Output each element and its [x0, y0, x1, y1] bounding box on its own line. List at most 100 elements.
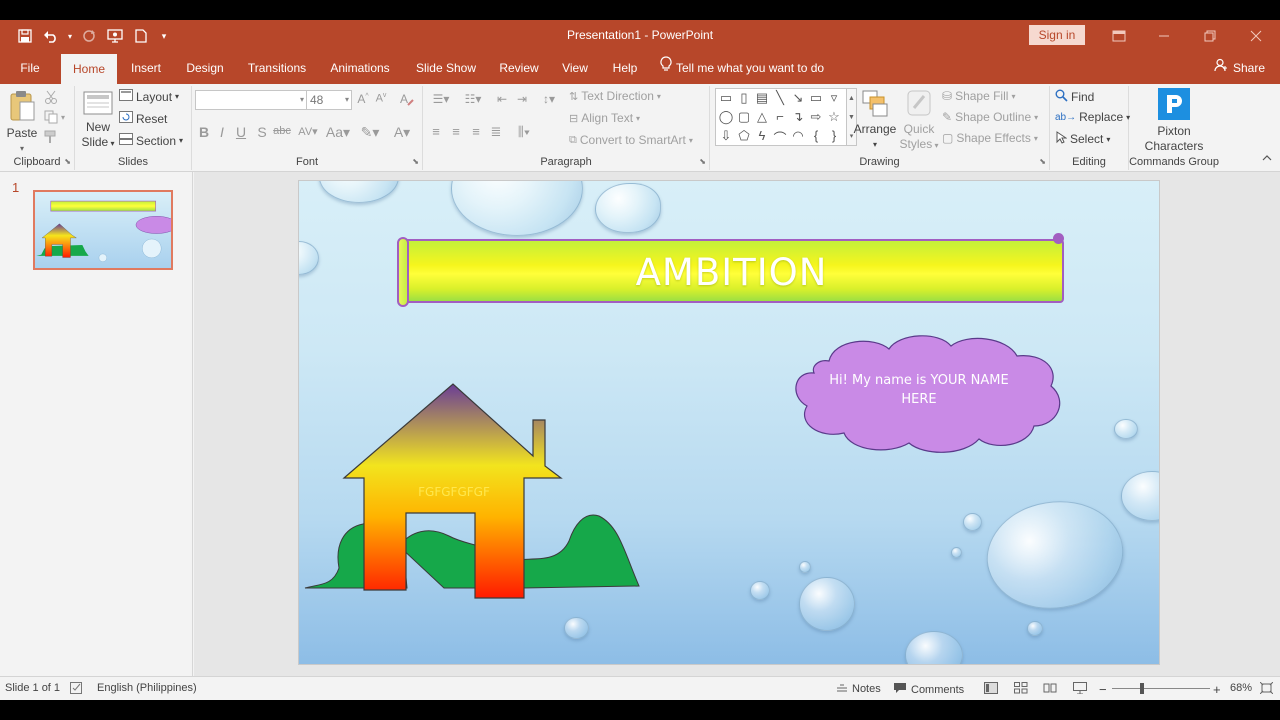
zoom-in-icon[interactable]: + [1213, 682, 1221, 697]
line-shape-icon[interactable]: ╲ [771, 90, 789, 106]
collapse-ribbon-icon[interactable] [1262, 154, 1272, 162]
notes-button[interactable]: Notes [836, 682, 881, 695]
clear-formatting-icon[interactable]: A [398, 91, 416, 110]
normal-view-icon[interactable] [984, 682, 998, 694]
textbox-shape-icon[interactable]: ▭ [717, 90, 735, 106]
align-right-icon[interactable]: ≡ [467, 124, 485, 139]
vertical-textbox-shape-icon[interactable]: ▯ [735, 90, 753, 106]
shapes-gallery[interactable]: ▭ ▯ ▤ ╲ ↘ ▭ ◯ ▢ △ ⌐ ↴ ⇨ ⇩ ⬠ ϟ ⌒ ◠ { ▿ ☆ [715, 88, 847, 146]
house-text[interactable]: FGFGFGFGF [399, 485, 509, 499]
tab-insert[interactable]: Insert [124, 52, 168, 84]
copy-icon[interactable]: ▾ [44, 110, 65, 124]
tab-review[interactable]: Review [494, 52, 544, 84]
decrease-font-size-icon[interactable]: Av [372, 92, 390, 105]
tab-file[interactable]: File [8, 52, 52, 84]
close-icon[interactable] [1233, 20, 1279, 52]
character-spacing-icon[interactable]: AV▾ [296, 125, 320, 138]
brace-shape-icon[interactable]: { [807, 128, 825, 143]
columns-icon[interactable]: ⫼▾ [511, 124, 537, 140]
restore-icon[interactable] [1187, 20, 1233, 52]
select-button[interactable]: Select ▾ [1055, 131, 1110, 147]
save-icon[interactable] [14, 26, 36, 46]
more-shapes-2-icon[interactable]: ☆ [825, 109, 843, 125]
fit-to-window-icon[interactable] [1260, 682, 1273, 694]
title-scroll-banner[interactable]: AMBITION [397, 233, 1064, 307]
justify-icon[interactable]: ≣ [487, 124, 505, 140]
text-direction-button[interactable]: ⇅ Text Direction ▾ [569, 89, 661, 103]
lightning-shape-icon[interactable]: ϟ [753, 128, 771, 143]
tab-animations[interactable]: Animations [324, 52, 396, 84]
drawing-launcher-icon[interactable]: ⬊ [1039, 157, 1046, 166]
section-button[interactable]: Section ▾ [119, 133, 183, 148]
curve-shape-icon[interactable]: ⌒ [771, 128, 789, 147]
customize-qat-icon[interactable]: ▾ [156, 26, 172, 46]
increase-font-size-icon[interactable]: A^ [354, 92, 372, 106]
elbow-connector-shape-icon[interactable]: ⌐ [771, 109, 789, 124]
align-center-icon[interactable]: ≡ [447, 124, 465, 139]
clipboard-launcher-icon[interactable]: ⬊ [64, 157, 71, 166]
shape-fill-button[interactable]: ⛁ Shape Fill ▾ [942, 89, 1015, 103]
find-button[interactable]: Find [1055, 89, 1094, 105]
rect-shape-icon[interactable]: ▭ [807, 90, 825, 106]
paragraph-launcher-icon[interactable]: ⬊ [699, 157, 706, 166]
replace-button[interactable]: ab→ Replace ▾ [1055, 110, 1130, 124]
elbow-arrow-shape-icon[interactable]: ↴ [789, 109, 807, 125]
more-shapes-3-icon[interactable]: } [825, 128, 843, 143]
shape-outline-button[interactable]: ✎ Shape Outline ▾ [942, 110, 1038, 124]
undo-icon[interactable] [40, 26, 62, 46]
slide-title[interactable]: AMBITION [401, 251, 1062, 294]
share-button[interactable]: Share [1214, 52, 1265, 84]
highlight-color-icon[interactable]: ✎▾ [358, 124, 382, 141]
paste-dropdown-icon[interactable]: ▾ [4, 141, 40, 156]
zoom-out-icon[interactable]: − [1099, 682, 1107, 697]
triangle-shape-icon[interactable]: △ [753, 109, 771, 125]
tell-me-search[interactable]: Tell me what you want to do [660, 52, 824, 84]
cloud-text[interactable]: Hi! My name is YOUR NAME HERE [819, 371, 1019, 409]
right-arrow-shape-icon[interactable]: ⇨ [807, 109, 825, 125]
numbering-icon[interactable]: ☷▾ [459, 92, 487, 106]
quick-styles-button[interactable]: Quick Styles ▾ [898, 88, 940, 153]
pentagon-shape-icon[interactable]: ⬠ [735, 128, 753, 144]
line-spacing-icon[interactable]: ↕▾ [537, 92, 561, 106]
increase-indent-icon[interactable]: ⇥ [513, 92, 531, 106]
pixton-characters-button[interactable]: Pixton Characters [1133, 88, 1215, 154]
tab-help[interactable]: Help [606, 52, 644, 84]
slide-thumbnail[interactable] [33, 190, 173, 270]
tab-transitions[interactable]: Transitions [243, 52, 311, 84]
tab-design[interactable]: Design [180, 52, 230, 84]
tab-home[interactable]: Home [61, 54, 117, 84]
comments-button[interactable]: Comments [893, 682, 964, 697]
ribbon-display-options-icon[interactable] [1096, 20, 1142, 52]
arrow-line-shape-icon[interactable]: ↘ [789, 90, 807, 106]
strikethrough-icon[interactable]: abc [273, 125, 291, 137]
spell-check-icon[interactable] [70, 682, 84, 694]
arc-shape-icon[interactable]: ◠ [789, 128, 807, 144]
sign-in-button[interactable]: Sign in [1029, 25, 1085, 45]
shape-effects-button[interactable]: ▢ Shape Effects ▾ [942, 131, 1038, 145]
underline-icon[interactable]: U [232, 124, 250, 140]
tab-view[interactable]: View [556, 52, 594, 84]
arrange-button[interactable]: Arrange ▾ [852, 88, 898, 152]
tab-slide-show[interactable]: Slide Show [409, 52, 483, 84]
start-from-beginning-icon[interactable] [104, 26, 126, 46]
reset-button[interactable]: Reset [119, 111, 167, 126]
zoom-slider-thumb[interactable] [1140, 683, 1144, 694]
cut-icon[interactable] [44, 90, 58, 104]
oval-shape-icon[interactable]: ◯ [717, 109, 735, 125]
down-arrow-shape-icon[interactable]: ⇩ [717, 128, 735, 144]
slide-sorter-icon[interactable] [1014, 682, 1028, 694]
new-slide-button[interactable]: New Slide ▾ [79, 90, 117, 151]
language-label[interactable]: English (Philippines) [97, 682, 197, 694]
format-painter-icon[interactable] [44, 130, 58, 144]
font-name-combo[interactable]: ▾ [195, 90, 307, 110]
align-left-icon[interactable]: ≡ [427, 124, 445, 139]
bullets-icon[interactable]: ☰▾ [427, 92, 455, 106]
change-case-icon[interactable]: Aa▾ [325, 124, 351, 141]
slide-canvas[interactable]: AMBITION Hi! My name is YOUR NAME HERE F… [298, 180, 1160, 665]
zoom-level[interactable]: 68% [1230, 682, 1252, 694]
reading-view-icon[interactable] [1043, 682, 1057, 694]
font-launcher-icon[interactable]: ⬊ [412, 157, 419, 166]
new-file-icon[interactable] [130, 26, 152, 46]
text-shadow-icon[interactable]: S [253, 124, 271, 140]
undo-dropdown-icon[interactable]: ▾ [66, 26, 74, 46]
